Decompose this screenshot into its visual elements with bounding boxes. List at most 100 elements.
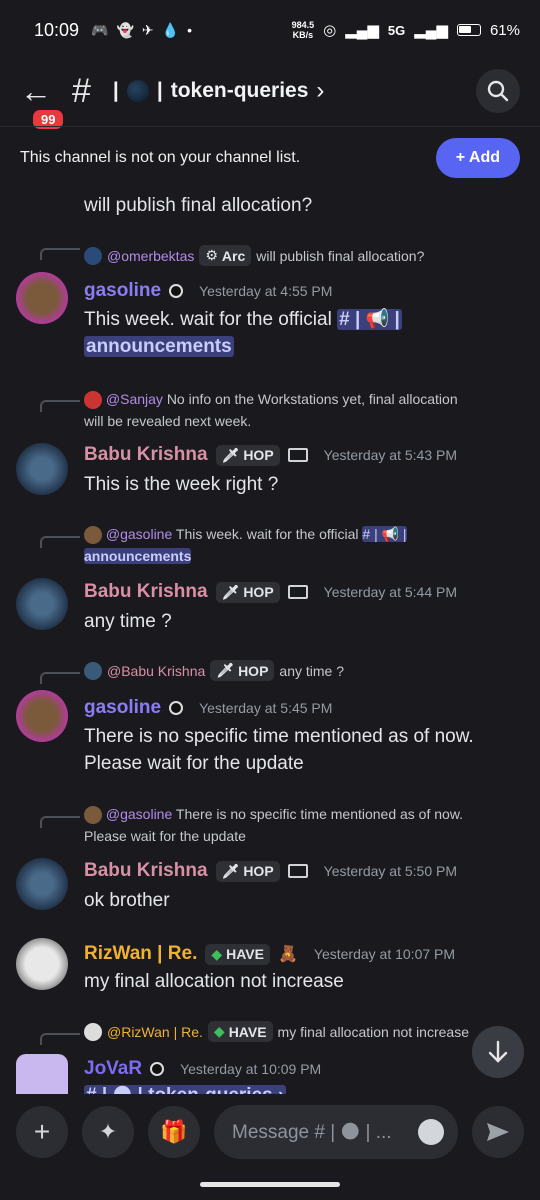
battery-percent: 61% <box>489 21 520 39</box>
gift-button[interactable]: 🎁 <box>148 1106 200 1158</box>
message-text: This week. wait for the official # | 📢 |… <box>84 309 402 357</box>
hotspot-icon: ◎ <box>323 22 337 39</box>
leaf-icon: ◆ <box>213 1023 225 1039</box>
message-text: any time ? <box>84 611 172 632</box>
reply-connector <box>40 672 80 684</box>
status-bar: 10:09 🎮 👻 ✈ 💧 • 984.5 KB/s ◎ ▂▄▆ 5G ▂▄▆ … <box>0 0 540 60</box>
avatar[interactable] <box>16 1054 68 1094</box>
reply-connector <box>40 536 80 548</box>
net-speed: 984.5 KB/s <box>291 20 315 40</box>
role-tag: 🗡 HOP <box>215 444 280 466</box>
timestamp: Yesterday at 4:55 PM <box>199 283 333 299</box>
snapchat-icon: 👻 <box>116 21 134 38</box>
timestamp: Yesterday at 5:45 PM <box>199 700 333 716</box>
home-indicator[interactable] <box>200 1182 340 1187</box>
globe-icon <box>126 80 149 102</box>
message-text: # | 🌑 | token-queries › <box>84 1082 287 1094</box>
battery-icon <box>456 24 481 36</box>
role-tag: 🗡 HOP <box>215 581 280 603</box>
avatar[interactable] <box>16 938 68 990</box>
author-name[interactable]: Babu Krishna <box>84 444 208 466</box>
avatar <box>84 661 102 680</box>
timestamp: Yesterday at 10:09 PM <box>180 1061 322 1077</box>
chevron-right-icon: › <box>316 77 325 104</box>
avatar <box>84 806 102 825</box>
dot-icon: • <box>187 22 192 38</box>
message-continuation: will publish final allocation? <box>84 195 313 216</box>
message-header: JoVaR Yesterday at 10:09 PM <box>84 1058 321 1080</box>
plus-icon: + <box>33 1116 51 1147</box>
message-composer: + ✦ 🎁 Message # | 🌑 | ... <box>0 1100 540 1164</box>
badge-icon <box>287 448 308 462</box>
reply-preview[interactable]: @Babu Krishna 🗡 HOP any time ? <box>84 660 344 681</box>
author-name[interactable]: RizWan | Re. <box>84 943 197 965</box>
message-input[interactable]: Message # | 🌑 | ... <box>214 1105 458 1159</box>
message-text: There is no specific time mentioned as o… <box>84 726 474 774</box>
apps-button[interactable]: ✦ <box>82 1106 134 1158</box>
message-header: gasoline Yesterday at 4:55 PM <box>84 280 332 302</box>
back-button[interactable]: ← 99 <box>20 72 67 132</box>
author-name[interactable]: gasoline <box>84 280 161 302</box>
search-button[interactable] <box>476 69 520 113</box>
reply-preview[interactable]: @gasoline This week. wait for the offici… <box>84 523 407 567</box>
message-placeholder: Message # | 🌑 | ... <box>232 1121 392 1143</box>
timestamp: Yesterday at 5:50 PM <box>323 863 457 879</box>
author-name[interactable]: Babu Krishna <box>84 581 208 603</box>
role-tag: ⚙ Arc <box>199 245 252 266</box>
role-tag: 🗡 HOP <box>210 660 275 681</box>
reply-preview[interactable]: @gasoline There is no specific time ment… <box>84 803 463 847</box>
avatar <box>84 246 102 265</box>
gift-icon: 🎁 <box>160 1119 188 1144</box>
banner-text: This channel is not on your channel list… <box>20 148 301 166</box>
channel-mention[interactable]: announcements <box>84 336 234 357</box>
sword-icon: 🗡 <box>221 862 240 879</box>
reply-preview[interactable]: @Sanjay No info on the Workstations yet,… <box>84 388 458 432</box>
send-button[interactable] <box>472 1106 524 1158</box>
avatar[interactable] <box>16 690 68 742</box>
app-icon: 💧 <box>161 21 180 38</box>
timestamp: Yesterday at 5:43 PM <box>323 447 457 463</box>
channel-mention[interactable]: # | 📢 | <box>337 309 402 330</box>
reply-preview[interactable]: @omerbektas ⚙ Arc will publish final allo… <box>84 245 424 266</box>
role-tag: ◆ HAVE <box>207 1021 273 1042</box>
message-list[interactable]: will publish final allocation? @omerbekt… <box>0 188 540 1094</box>
channel-mention[interactable]: # | 🌑 | token-queries › <box>84 1085 287 1094</box>
reply-preview[interactable]: @RizWan | Re. ◆ HAVE my final allocation … <box>84 1021 484 1042</box>
reply-connector <box>40 1033 80 1045</box>
avatar <box>84 391 102 410</box>
avatar[interactable] <box>16 858 68 910</box>
add-channel-button[interactable]: + Add <box>435 137 520 178</box>
channel-title[interactable]: | | token-queries › <box>113 77 324 105</box>
author-name[interactable]: gasoline <box>84 697 161 719</box>
sword-icon: 🗡 <box>221 446 240 463</box>
message-header: RizWan | Re. ◆ HAVE 🧸 Yesterday at 10:07 … <box>84 943 455 965</box>
message-text: my final allocation not increase <box>84 971 344 992</box>
reply-connector <box>40 400 80 412</box>
figure-icon: 🧸 <box>277 946 298 963</box>
timestamp: Yesterday at 10:07 PM <box>313 946 456 962</box>
message-header: Babu Krishna 🗡 HOP Yesterday at 5:43 PM <box>84 444 457 466</box>
author-name[interactable]: JoVaR <box>84 1058 142 1080</box>
author-name[interactable]: Babu Krishna <box>84 860 208 882</box>
channel-header: ← 99 # | | token-queries › <box>0 60 540 132</box>
sword-icon: 🗡 <box>221 583 240 600</box>
telegram-icon: ✈ <box>141 21 154 38</box>
signal-icon: ▂▄▆ <box>345 22 379 39</box>
discord-icon: 🎮 <box>91 21 109 38</box>
avatar[interactable] <box>16 578 68 630</box>
emoji-icon[interactable] <box>418 1119 444 1145</box>
notification-icons: 🎮 👻 ✈ 💧 • <box>91 22 192 39</box>
jump-to-latest-button[interactable] <box>472 1026 524 1078</box>
avatar[interactable] <box>16 443 68 495</box>
channel-list-banner: This channel is not on your channel list… <box>0 126 540 188</box>
attach-button[interactable]: + <box>16 1106 68 1158</box>
role-tag: ◆ HAVE <box>205 943 270 965</box>
message-header: Babu Krishna 🗡 HOP Yesterday at 5:50 PM <box>84 860 457 882</box>
timestamp: Yesterday at 5:44 PM <box>323 584 457 600</box>
avatar[interactable] <box>16 272 68 324</box>
role-tag: 🗡 HOP <box>215 860 280 882</box>
status-time: 10:09 <box>34 19 80 40</box>
channel-name: token-queries <box>170 79 309 102</box>
arrow-left-icon: ← <box>20 72 52 109</box>
badge-icon <box>287 864 308 878</box>
